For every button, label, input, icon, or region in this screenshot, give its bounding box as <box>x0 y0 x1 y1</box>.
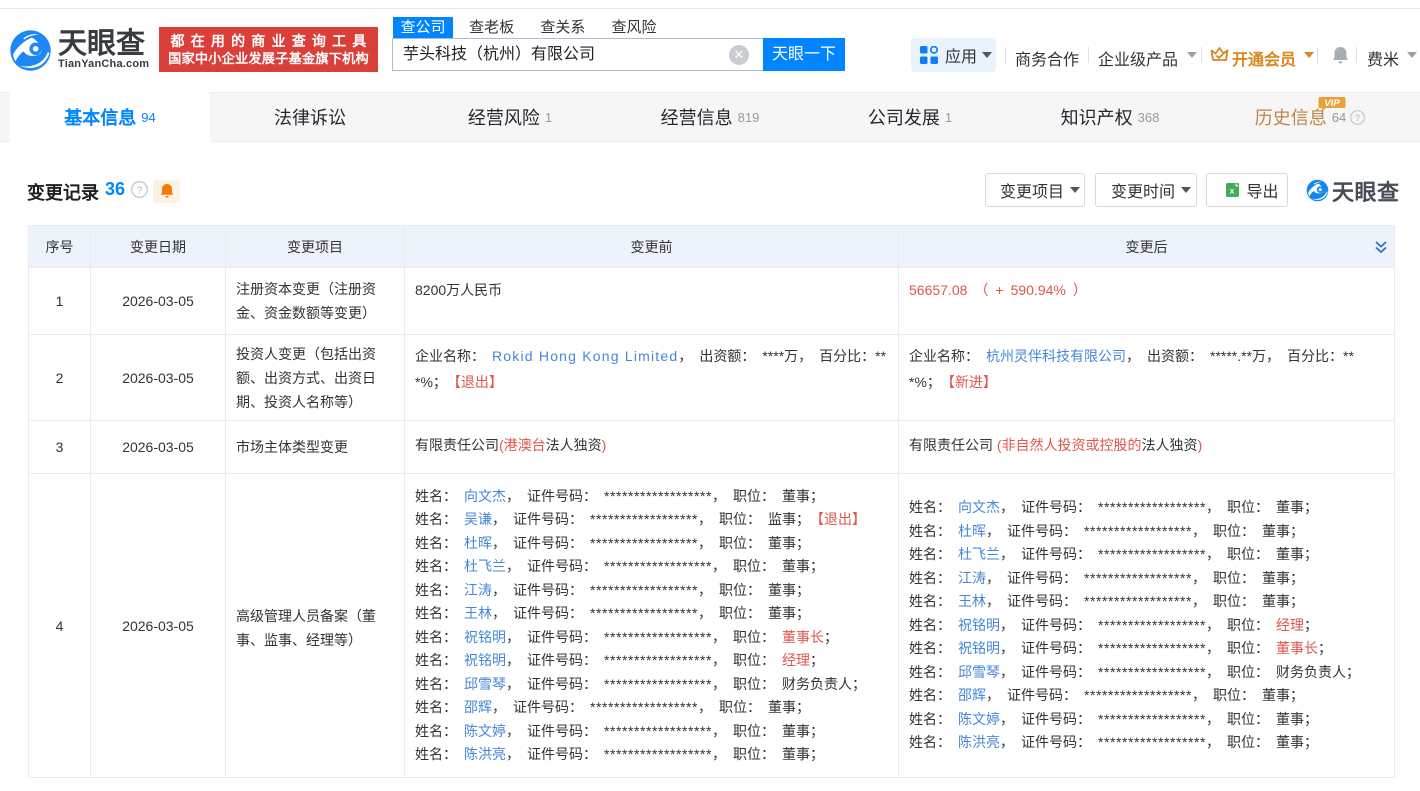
svg-text:x: x <box>1230 186 1235 196</box>
svg-text:?: ? <box>1355 112 1360 122</box>
svg-text:?: ? <box>137 184 143 196</box>
svg-text:VIP: VIP <box>1324 98 1340 109</box>
